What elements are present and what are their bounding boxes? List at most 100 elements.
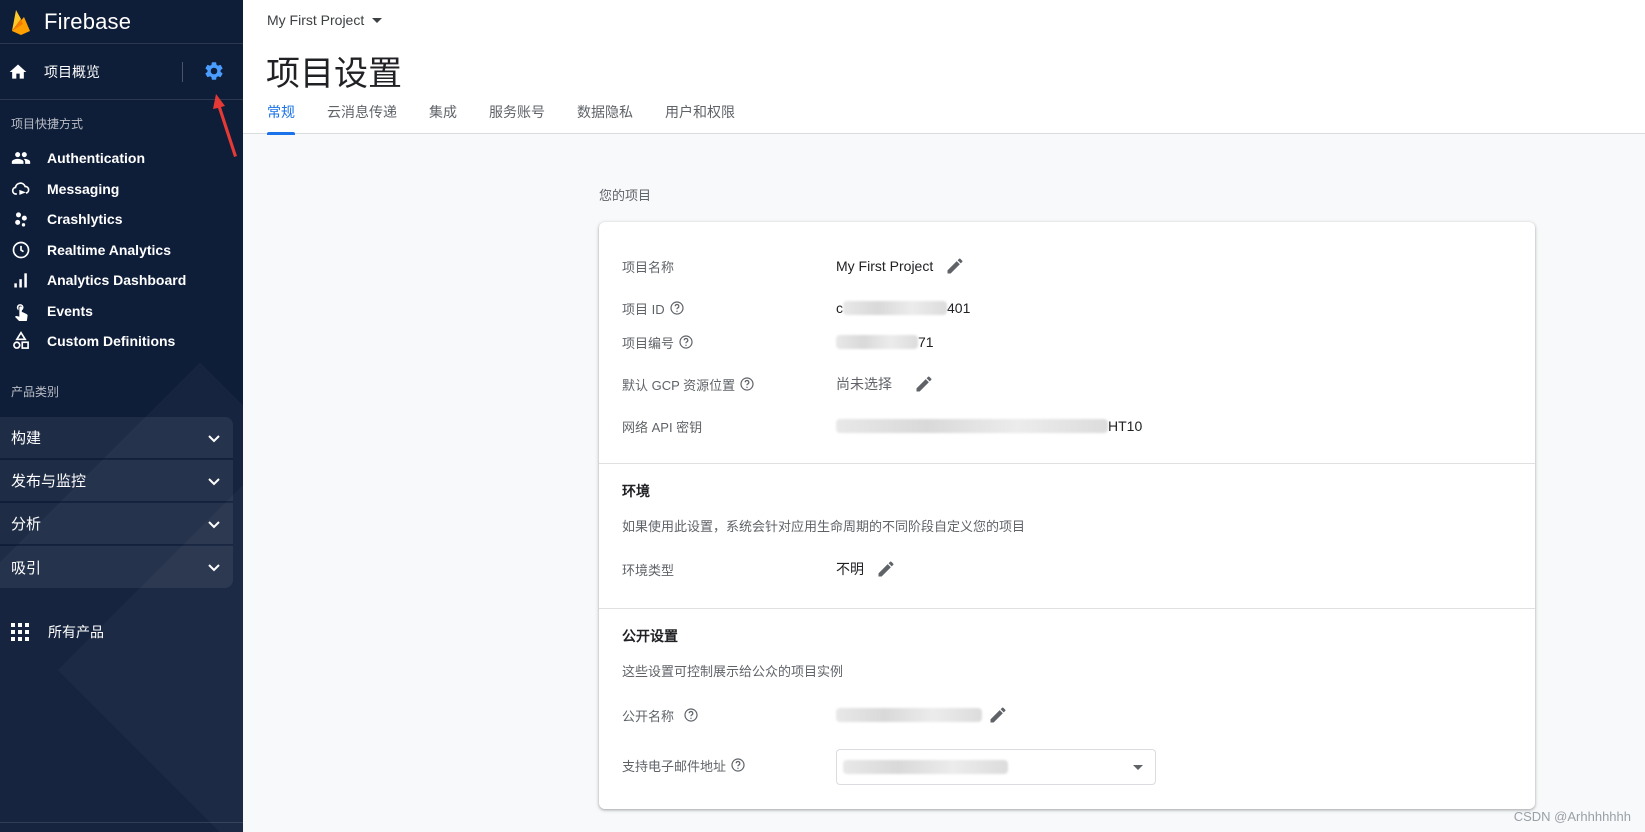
tab-general[interactable]: 常规	[267, 102, 295, 135]
help-circle-icon[interactable]	[679, 335, 693, 349]
tab-users-permissions[interactable]: 用户和权限	[665, 102, 735, 134]
project-id-suffix: 401	[947, 300, 971, 316]
sidebar-item-custom-definitions[interactable]: Custom Definitions	[0, 325, 243, 357]
gcp-location-value-wrap: 尚未选择	[836, 374, 934, 394]
page-title: 项目设置	[266, 55, 402, 93]
firebase-logo-icon	[12, 9, 30, 35]
public-settings-description: 这些设置可控制展示给公众的项目实例	[622, 664, 844, 679]
web-api-key-label: 网络 API 密钥	[622, 419, 703, 435]
sidebar-item-analytics-dashboard[interactable]: Analytics Dashboard	[0, 264, 243, 296]
project-name-label: 项目名称	[622, 259, 675, 275]
help-circle-icon[interactable]	[684, 708, 698, 722]
web-api-key-suffix: HT10	[1108, 418, 1143, 434]
project-selector[interactable]: My First Project	[267, 12, 383, 28]
web-api-key-value: HT10	[836, 418, 1142, 434]
project-name-value-wrap: My First Project	[836, 256, 965, 276]
environment-type-label: 环境类型	[622, 562, 675, 578]
sidebar-item-crashlytics[interactable]: Crashlytics	[0, 203, 243, 235]
project-number-value: 71	[836, 334, 934, 350]
your-project-label: 您的项目	[599, 188, 652, 203]
sidebar-item-messaging[interactable]: Messaging	[0, 173, 243, 205]
home-icon	[9, 64, 27, 79]
edit-pencil-icon[interactable]	[876, 559, 896, 579]
environment-title: 环境	[622, 483, 650, 499]
clock-icon	[10, 239, 32, 261]
project-overview-item[interactable]: 项目概览	[0, 44, 243, 100]
redacted-blur	[836, 419, 1108, 433]
category-build[interactable]: 构建	[0, 417, 233, 459]
support-email-select[interactable]	[836, 749, 1156, 785]
edit-pencil-icon[interactable]	[914, 374, 934, 394]
gcp-location-label: 默认 GCP 资源位置	[622, 377, 736, 393]
apps-grid-icon	[11, 623, 29, 641]
project-name-row: 项目名称 My First Project	[622, 254, 965, 278]
public-name-label-wrap: 公开名称	[622, 706, 836, 725]
tab-data-privacy[interactable]: 数据隐私	[577, 102, 633, 134]
gcp-location-row: 默认 GCP 资源位置 尚未选择	[622, 372, 934, 396]
public-settings-title: 公开设置	[622, 628, 678, 644]
project-number-label-wrap: 项目编号	[622, 333, 836, 352]
sidebar: Firebase 项目概览 项目快捷方式 Authentication Mess…	[0, 0, 243, 832]
support-email-label: 支持电子邮件地址	[622, 758, 727, 774]
project-number-row: 项目编号 71	[622, 330, 934, 354]
project-number-label: 项目编号	[622, 335, 675, 351]
brand-name: Firebase	[44, 8, 132, 34]
chevron-down-icon	[208, 520, 220, 528]
all-products-item[interactable]: 所有产品	[0, 616, 243, 648]
project-name-value: My First Project	[836, 258, 934, 274]
sidebar-item-label: Realtime Analytics	[47, 242, 171, 258]
project-selector-label: My First Project	[267, 12, 365, 28]
chevron-down-icon	[208, 477, 220, 485]
edit-pencil-icon[interactable]	[988, 705, 1008, 725]
project-id-label: 项目 ID	[622, 301, 665, 317]
watermark: CSDN @Arhhhhhhh	[1513, 809, 1631, 824]
sidebar-item-label: Messaging	[47, 181, 120, 197]
redacted-blur	[843, 301, 947, 315]
support-email-row: 支持电子邮件地址	[622, 753, 836, 777]
environment-type-value-wrap: 不明	[836, 559, 896, 579]
sidebar-item-label: Events	[47, 303, 93, 319]
sidebar-item-label: Crashlytics	[47, 211, 123, 227]
categories-title: 产品类别	[11, 385, 60, 399]
shapes-icon	[10, 330, 32, 352]
project-number-suffix: 71	[918, 334, 934, 350]
shortcuts-title: 项目快捷方式	[11, 117, 84, 131]
caret-down-icon	[1133, 765, 1143, 770]
help-circle-icon[interactable]	[740, 377, 754, 391]
sidebar-item-authentication[interactable]: Authentication	[0, 142, 243, 174]
project-overview-label: 项目概览	[44, 63, 100, 80]
tab-integrations[interactable]: 集成	[429, 102, 457, 134]
help-circle-icon[interactable]	[670, 301, 684, 315]
edit-pencil-icon[interactable]	[945, 256, 965, 276]
sidebar-item-realtime-analytics[interactable]: Realtime Analytics	[0, 234, 243, 266]
cloud-messaging-icon	[10, 178, 32, 200]
brand-header[interactable]: Firebase	[0, 0, 243, 44]
card-divider	[599, 608, 1535, 609]
tab-cloud-messaging[interactable]: 云消息传递	[327, 102, 397, 134]
redacted-blur	[836, 335, 918, 349]
category-engage[interactable]: 吸引	[0, 546, 233, 588]
category-label: 分析	[11, 516, 42, 533]
crashlytics-icon	[10, 208, 32, 230]
environment-type-value: 不明	[836, 561, 864, 577]
page-header: My First Project 项目设置 常规 云消息传递 集成 服务账号 数…	[243, 0, 1645, 135]
people-icon	[10, 147, 32, 169]
sidebar-item-label: Custom Definitions	[47, 333, 176, 349]
redacted-blur	[836, 708, 982, 722]
category-label: 发布与监控	[11, 473, 87, 490]
public-name-label: 公开名称	[622, 708, 675, 724]
chevron-down-icon	[208, 434, 220, 442]
project-settings-card: 项目名称 My First Project 项目 ID c 401 项目编号 71…	[599, 222, 1535, 809]
project-id-row: 项目 ID c 401	[622, 296, 970, 320]
category-release-monitor[interactable]: 发布与监控	[0, 460, 233, 502]
sidebar-item-events[interactable]: Events	[0, 295, 243, 327]
environment-description: 如果使用此设置，系统会针对应用生命周期的不同阶段自定义您的项目	[622, 519, 1026, 534]
tab-service-accounts[interactable]: 服务账号	[489, 102, 545, 134]
gear-icon[interactable]	[203, 60, 225, 82]
help-circle-icon[interactable]	[731, 758, 745, 772]
category-analytics[interactable]: 分析	[0, 503, 233, 545]
project-id-prefix: c	[836, 300, 843, 316]
chevron-down-icon	[208, 564, 220, 572]
sidebar-item-label: Authentication	[47, 150, 145, 166]
gcp-location-value: 尚未选择	[836, 376, 892, 392]
